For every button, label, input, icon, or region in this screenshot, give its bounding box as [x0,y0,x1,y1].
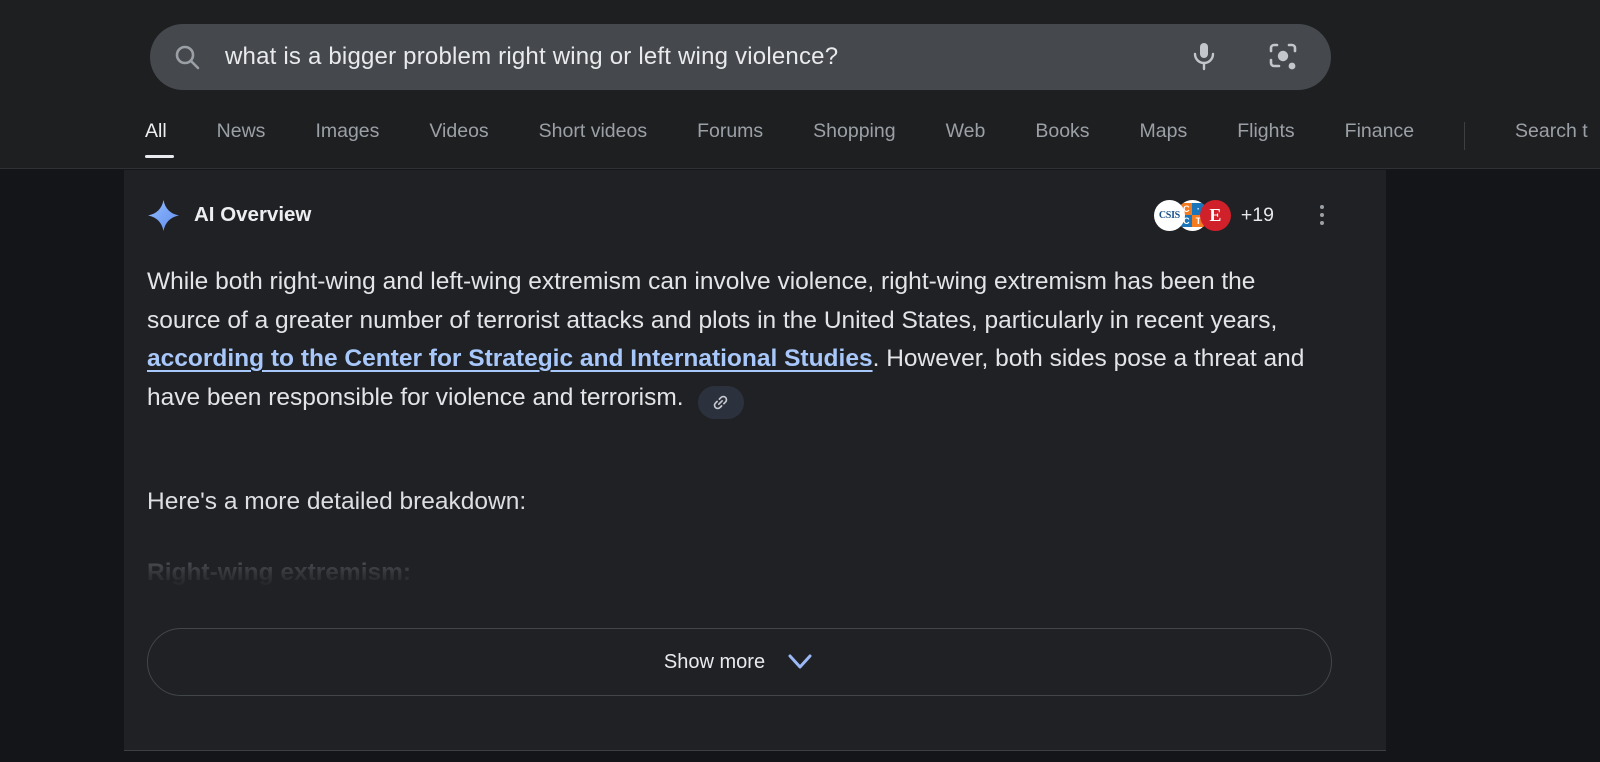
results-tab-bar: All News Images Videos Short videos Foru… [145,108,1588,169]
camera-lens-icon[interactable] [1267,41,1299,73]
tab-flights[interactable]: Flights [1237,108,1294,169]
tab-short-videos[interactable]: Short videos [539,108,647,169]
show-more-label: Show more [664,651,765,674]
search-bar[interactable]: what is a bigger problem right wing or l… [150,24,1331,90]
tab-books[interactable]: Books [1035,108,1089,169]
chevron-down-icon [785,652,815,672]
microphone-icon[interactable] [1189,40,1219,74]
more-options-icon[interactable] [1316,201,1328,229]
tab-finance[interactable]: Finance [1345,108,1414,169]
search-input[interactable]: what is a bigger problem right wing or l… [225,43,1189,71]
tab-web[interactable]: Web [946,108,986,169]
search-header: what is a bigger problem right wing or l… [0,0,1600,169]
source-link-chip[interactable] [698,386,744,419]
ai-overview-title: AI Overview [194,203,311,227]
tab-all[interactable]: All [145,108,167,169]
show-more-button[interactable]: Show more [147,628,1332,696]
answer-text-before: While both right-wing and left-wing extr… [147,268,1277,334]
tab-shopping[interactable]: Shopping [813,108,895,169]
source-favicon-e[interactable]: E [1200,200,1231,231]
source-favicons[interactable]: CSIS C · C T E [1154,200,1231,231]
tab-news[interactable]: News [217,108,266,169]
tab-videos[interactable]: Videos [429,108,488,169]
tab-images[interactable]: Images [315,108,379,169]
search-icon [172,42,203,73]
ai-overview-panel: AI Overview CSIS C · C T E +19 [124,170,1386,751]
citation-link[interactable]: according to the Center for Strategic an… [147,345,873,372]
breakdown-intro-text: Here's a more detailed breakdown: [147,488,526,516]
sources-more-count[interactable]: +19 [1241,204,1274,227]
ai-sparkle-icon [147,199,180,232]
ai-overview-header: AI Overview CSIS C · C T E +19 [147,196,1328,234]
tab-forums[interactable]: Forums [697,108,763,169]
tab-divider [1464,122,1465,150]
faded-section-heading: Right-wing extremism: [147,559,411,587]
tab-search-tools[interactable]: Search t [1515,108,1588,169]
ai-answer-paragraph: While both right-wing and left-wing extr… [147,263,1312,419]
tab-maps[interactable]: Maps [1140,108,1188,169]
source-favicon-csis[interactable]: CSIS [1154,200,1185,231]
